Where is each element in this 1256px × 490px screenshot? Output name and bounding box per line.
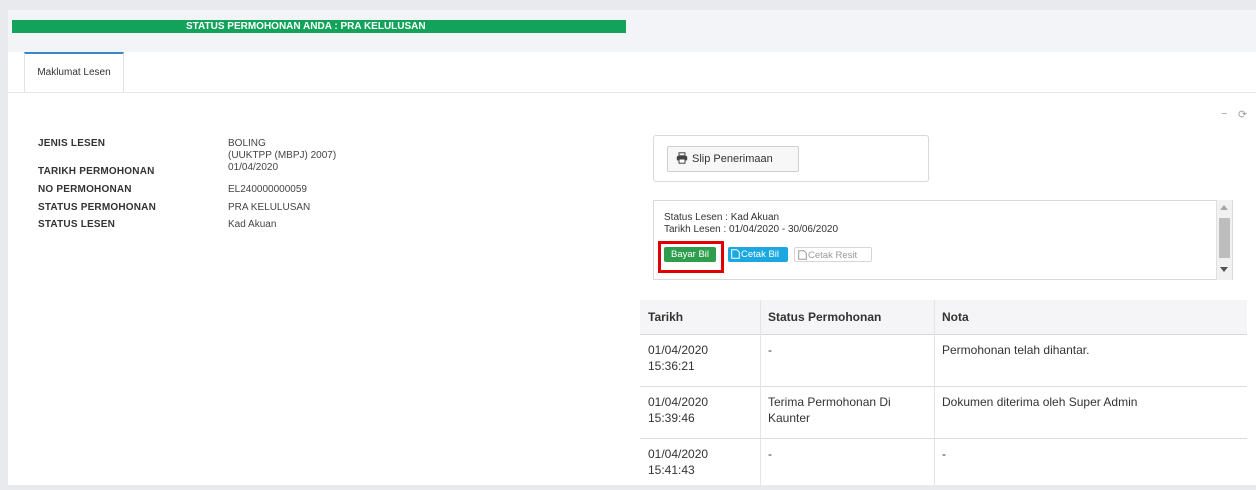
licence-status-text: Status Lesen : Kad Akuan <box>664 212 780 223</box>
tab-maklumat-lesen[interactable]: Maklumat Lesen <box>24 52 124 92</box>
application-status-banner: STATUS PERMOHONAN ANDA : PRA KELULUSAN <box>12 20 626 33</box>
scroll-thumb[interactable] <box>1219 218 1230 258</box>
row-nota: Dokumen diterima oleh Super Admin <box>942 395 1138 409</box>
row-status: - <box>768 343 772 357</box>
col-header-tarikh: Tarikh <box>648 310 684 324</box>
licence-box-scrollbar[interactable] <box>1216 200 1232 280</box>
row-date: 01/04/2020 <box>648 447 709 461</box>
cetak-bil-button[interactable]: Cetak Bil <box>728 247 788 262</box>
tab-bar: Maklumat Lesen <box>8 52 1256 93</box>
scroll-up-icon[interactable] <box>1220 205 1228 210</box>
table-row: 01/04/2020 15:36:21 - Permohonan telah d… <box>640 335 1247 387</box>
licence-status-box: Status Lesen : Kad Akuan Tarikh Lesen : … <box>653 200 1233 280</box>
licence-date-text: Tarikh Lesen : 01/04/2020 - 30/06/2020 <box>664 224 839 235</box>
minimize-icon[interactable]: − <box>1221 108 1227 120</box>
status-permohonan-value: PRA KELULUSAN <box>228 202 311 213</box>
row-nota: - <box>942 447 946 461</box>
table-header-row: Tarikh Status Permohonan Nota <box>640 300 1247 335</box>
page: STATUS PERMOHONAN ANDA : PRA KELULUSAN M… <box>8 10 1256 485</box>
status-banner-text: STATUS PERMOHONAN ANDA : PRA KELULUSAN <box>186 21 426 32</box>
slip-section: Slip Penerimaan <box>653 135 929 182</box>
row-time: 15:36:21 <box>648 359 695 373</box>
status-permohonan-label: STATUS PERMOHONAN <box>38 202 157 213</box>
row-date: 01/04/2020 <box>648 395 709 409</box>
jenis-lesen-value: BOLING <box>228 138 266 149</box>
col-header-status: Status Permohonan <box>768 310 882 324</box>
no-permohonan-value: EL240000000059 <box>228 184 307 195</box>
column-divider <box>934 300 935 485</box>
highlight-box <box>658 241 724 273</box>
jenis-lesen-label: JENIS LESEN <box>38 138 106 149</box>
column-divider <box>760 300 761 485</box>
cetak-resit-button[interactable]: Cetak Resit <box>794 247 872 262</box>
slip-penerimaan-button[interactable]: Slip Penerimaan <box>667 146 799 172</box>
status-lesen-value: Kad Akuan <box>228 219 277 230</box>
no-permohonan-label: NO PERMOHONAN <box>38 184 132 195</box>
table-row: 01/04/2020 15:41:43 - - <box>640 439 1247 490</box>
scroll-down-icon[interactable] <box>1220 267 1228 272</box>
tab-label: Maklumat Lesen <box>37 67 111 78</box>
document-icon <box>798 250 807 260</box>
row-time: 15:41:43 <box>648 463 695 477</box>
print-icon <box>676 152 688 164</box>
cetak-resit-label: Cetak Resit <box>808 250 858 261</box>
tarikh-permohonan-value: 01/04/2020 <box>228 162 279 173</box>
tarikh-permohonan-label: TARIKH PERMOHONAN <box>38 166 155 177</box>
jenis-lesen-act: (UUKTPP (MBPJ) 2007) <box>228 150 337 161</box>
cetak-bil-label: Cetak Bil <box>741 249 780 260</box>
slip-button-label: Slip Penerimaan <box>692 153 773 165</box>
row-date: 01/04/2020 <box>648 343 709 357</box>
table-row: 01/04/2020 15:39:46 Terima Permohonan Di… <box>640 387 1247 439</box>
row-time: 15:39:46 <box>648 411 695 425</box>
status-lesen-label: STATUS LESEN <box>38 219 116 230</box>
licence-panel: Maklumat Lesen − ⟳ JENIS LESEN BOLING (U… <box>8 52 1256 485</box>
refresh-icon[interactable]: ⟳ <box>1238 108 1247 121</box>
row-nota: Permohonan telah dihantar. <box>942 343 1090 357</box>
row-status: Terima Permohonan Di <box>768 395 891 409</box>
col-header-nota: Nota <box>942 310 969 324</box>
document-icon <box>731 249 740 259</box>
row-status: - <box>768 447 772 461</box>
row-status-cont: Kaunter <box>768 411 811 425</box>
